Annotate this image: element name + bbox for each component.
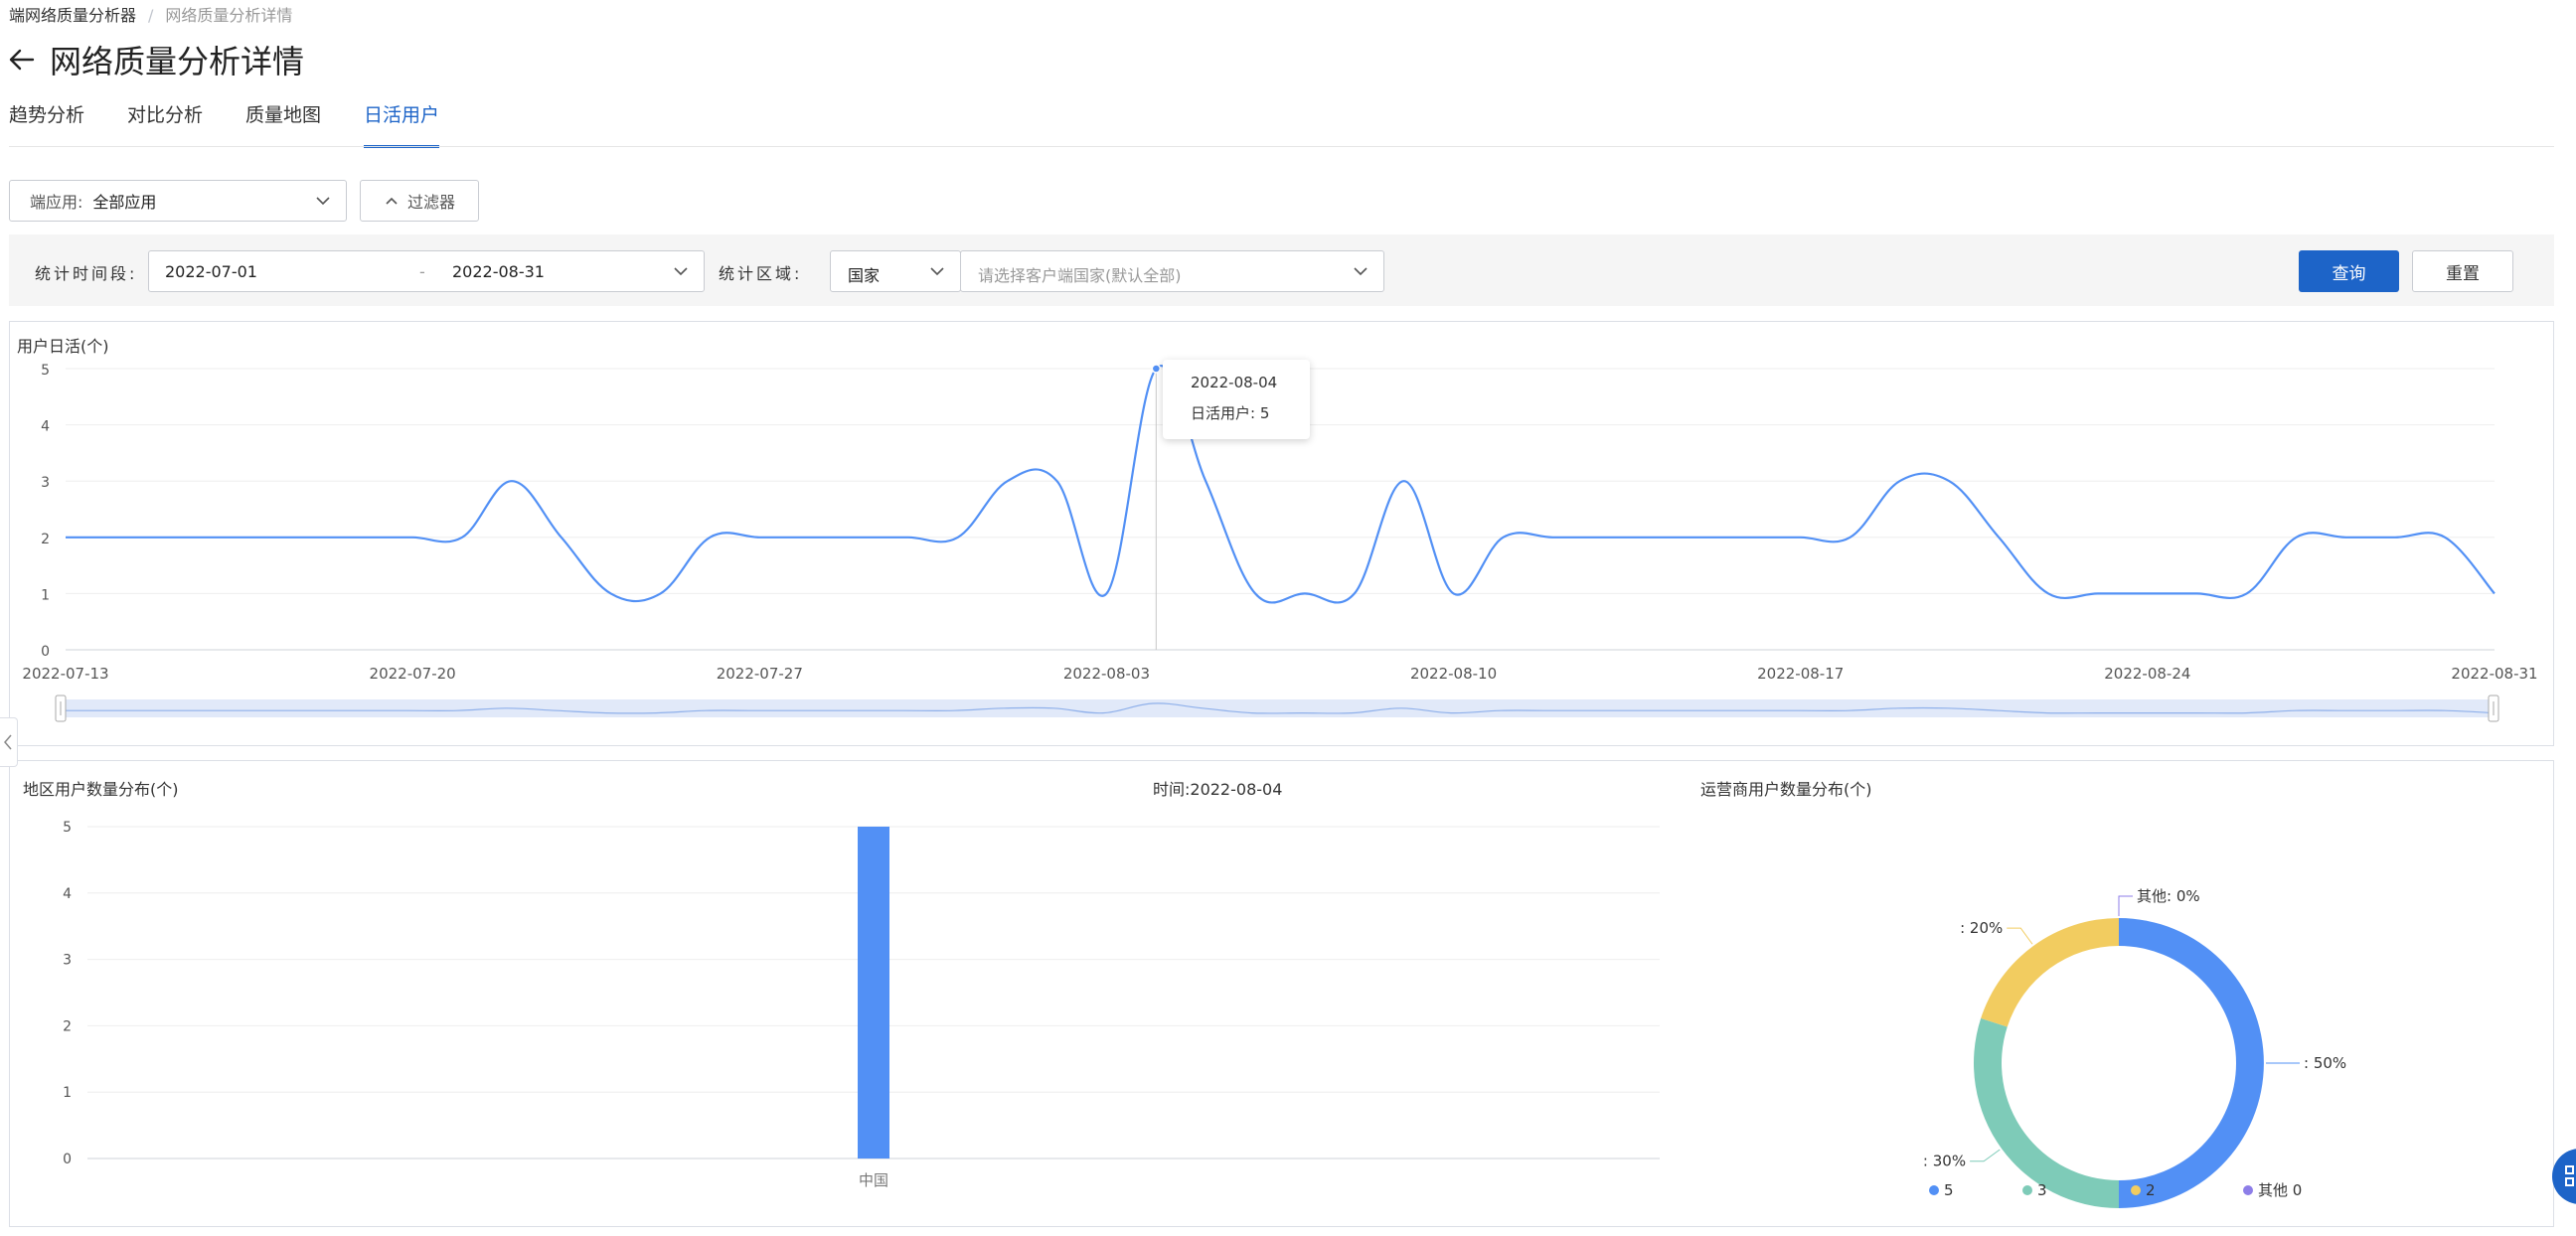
pie-leader-line [2007, 927, 2033, 945]
pie-leader-line [2118, 895, 2133, 916]
legend-marker [2131, 1185, 2141, 1195]
pie-slice-label: : 30% [1923, 1153, 1966, 1170]
legend-marker [2022, 1185, 2032, 1195]
legend-marker [2243, 1185, 2253, 1195]
side-collapse-tab[interactable] [0, 717, 18, 767]
pie-leader-line [1970, 1149, 2001, 1162]
pie-slice-label: : 20% [1960, 919, 2003, 937]
legend-label: 其他 0 [2258, 1181, 2302, 1199]
pie-slice-1 [1973, 1017, 2119, 1208]
pie-slice-label: : 50% [2304, 1054, 2346, 1072]
legend-label: 2 [2146, 1181, 2156, 1199]
chevron-left-icon [4, 734, 12, 750]
legend-label: 3 [2037, 1181, 2047, 1199]
pie-chart: : 50% : 30% : 20% 其他: 0% 5 3 2 其他 0 [1923, 887, 2346, 1208]
floating-action-button[interactable] [2552, 1149, 2576, 1204]
legend-label: 5 [1944, 1181, 1954, 1199]
legend-marker [1929, 1185, 1939, 1195]
pie-slice-label: 其他: 0% [2137, 887, 2200, 905]
grid-icon [2565, 1165, 2574, 1186]
pie-slice-0 [2119, 918, 2264, 1208]
